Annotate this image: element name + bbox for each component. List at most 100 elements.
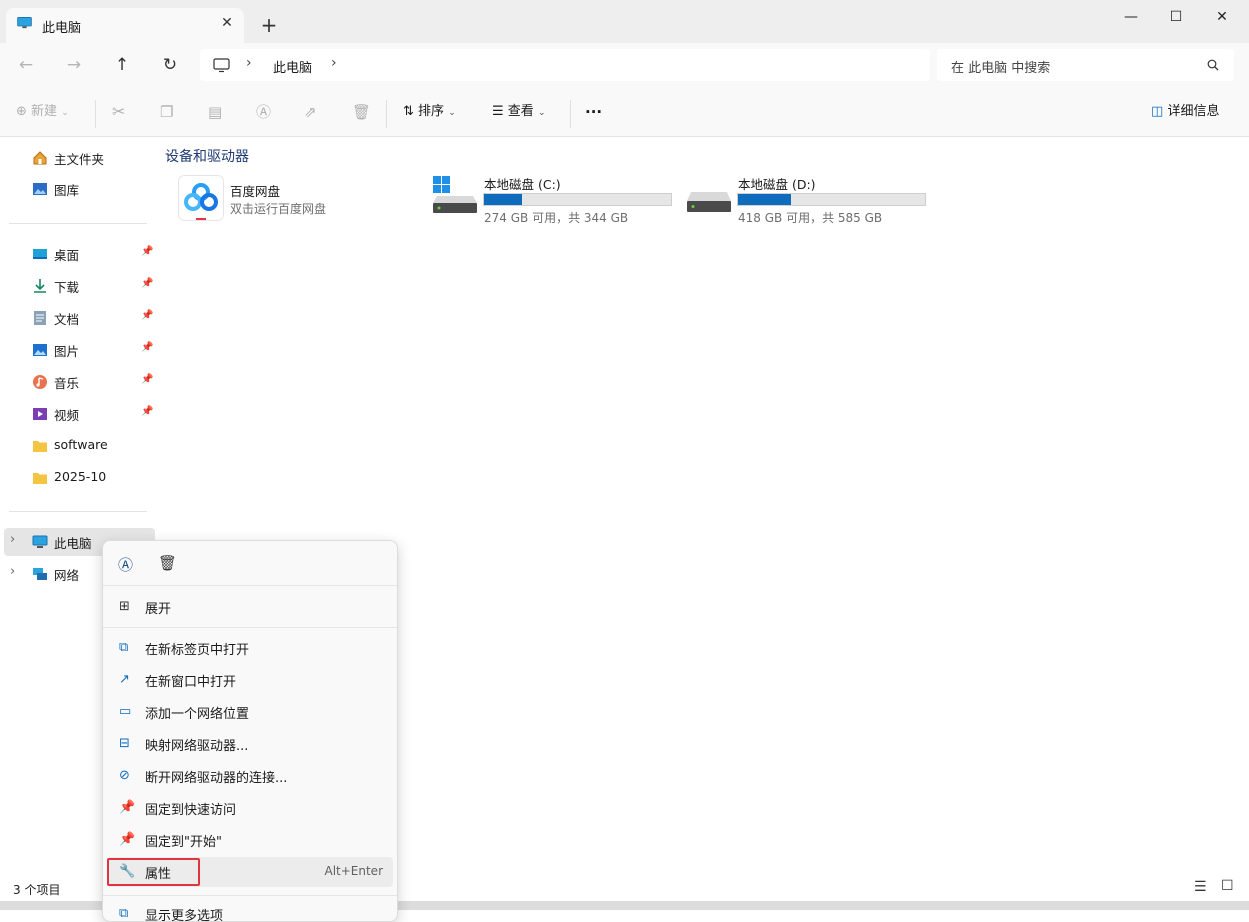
drive-space: 418 GB 可用，共 585 GB <box>738 211 883 225</box>
drive-usage-fill <box>484 194 522 205</box>
sidebar-item-desktop[interactable]: 桌面 📌 <box>4 240 155 268</box>
menu-item-label: 添加一个网络位置 <box>145 707 250 722</box>
menu-item-map-drive[interactable]: ⊟ 映射网络驱动器... <box>107 729 393 759</box>
network-location-icon: ▭ <box>119 704 132 719</box>
menu-item-label: 在新标签页中打开 <box>145 643 250 658</box>
forward-button[interactable]: → <box>60 53 88 77</box>
sidebar-item-2025-10[interactable]: 2025-10 <box>4 464 155 492</box>
sidebar-item-label: 主文件夹 <box>54 152 105 167</box>
chevron-right-icon[interactable]: › <box>246 55 252 71</box>
rename-icon[interactable]: Ⓐ <box>118 554 133 575</box>
pin-icon[interactable]: 📌 <box>141 342 153 353</box>
menu-item-open-new-window[interactable]: ↗ 在新窗口中打开 <box>107 665 393 695</box>
this-pc-icon <box>17 17 32 29</box>
tab-close-icon[interactable]: ✕ <box>218 14 236 32</box>
menu-item-open-new-tab[interactable]: ⧉ 在新标签页中打开 <box>107 633 393 663</box>
section-title[interactable]: 设备和驱动器 <box>165 146 249 166</box>
pin-icon[interactable]: 📌 <box>141 246 153 257</box>
address-bar[interactable]: › 此电脑 › <box>200 49 930 81</box>
drive-usage-fill <box>738 194 792 205</box>
more-button[interactable]: ··· <box>585 100 602 124</box>
rename-icon[interactable]: Ⓐ <box>256 100 271 124</box>
sidebar-item-label: software <box>54 437 108 452</box>
tab-title: 此电脑 <box>42 21 82 36</box>
menu-item-disconnect-drive[interactable]: ⊘ 断开网络驱动器的连接... <box>107 761 393 791</box>
app-tile-baidu[interactable]: 百度网盘 双击运行百度网盘 <box>176 174 416 224</box>
pin-icon[interactable]: 📌 <box>141 374 153 385</box>
close-window-button[interactable]: ✕ <box>1207 6 1237 28</box>
menu-item-label: 固定到"开始" <box>145 835 222 850</box>
this-pc-icon <box>32 535 48 548</box>
sidebar-item-gallery[interactable]: 图库 <box>4 175 155 203</box>
baidu-netdisk-icon <box>178 175 224 221</box>
pin-icon[interactable]: 📌 <box>141 406 153 417</box>
view-label: 查看 <box>507 104 534 119</box>
sidebar-item-label: 网络 <box>54 568 80 583</box>
sidebar-item-videos[interactable]: 视频 📌 <box>4 400 155 428</box>
chevron-right-icon[interactable]: › <box>10 564 15 579</box>
chevron-down-icon: ⌄ <box>537 108 546 118</box>
delete-icon[interactable]: 🗑 <box>158 554 177 572</box>
search-icon <box>1207 59 1219 71</box>
context-menu: Ⓐ 🗑 ⊞ 展开 ⧉ 在新标签页中打开 ↗ 在新窗口中打开 ▭ 添加一个网络位置… <box>102 540 398 922</box>
sort-button[interactable]: ⇅ 排序 ⌄ <box>403 100 456 124</box>
computer-icon <box>213 58 230 73</box>
sidebar-item-music[interactable]: 音乐 📌 <box>4 368 155 396</box>
tab-this-pc[interactable]: 此电脑 ✕ <box>6 8 244 43</box>
separator <box>386 100 387 128</box>
minimize-button[interactable]: — <box>1116 6 1146 28</box>
sidebar-item-pictures[interactable]: 图片 📌 <box>4 336 155 364</box>
sidebar-item-downloads[interactable]: 下载 📌 <box>4 272 155 300</box>
refresh-button[interactable]: ↻ <box>156 53 184 77</box>
maximize-button[interactable]: ☐ <box>1161 6 1191 28</box>
drive-tile-d[interactable]: 本地磁盘 (D:) 418 GB 可用，共 585 GB <box>684 172 929 228</box>
app-name: 百度网盘 <box>230 184 281 199</box>
videos-icon <box>33 408 47 420</box>
highlight-box <box>107 858 200 886</box>
search-box[interactable]: 在 此电脑 中搜索 <box>937 49 1234 81</box>
sidebar-item-label: 此电脑 <box>54 536 92 551</box>
details-view-icon[interactable]: ☰ <box>1194 879 1207 895</box>
chevron-down-icon: ⌄ <box>448 108 456 118</box>
chevron-right-icon[interactable]: › <box>10 532 15 547</box>
more-options-icon: ⧉ <box>119 906 129 921</box>
menu-item-pin-start[interactable]: 📌 固定到"开始" <box>107 825 393 855</box>
network-icon <box>33 568 47 580</box>
open-new-window-icon: ↗ <box>119 672 130 687</box>
up-button[interactable]: ↑ <box>108 53 136 77</box>
sort-label: 排序 <box>418 104 445 119</box>
drive-tile-c[interactable]: 本地磁盘 (C:) 274 GB 可用，共 344 GB <box>430 172 675 228</box>
folder-icon <box>33 473 47 484</box>
sidebar-item-home[interactable]: 主文件夹 <box>4 144 155 172</box>
back-button[interactable]: ← <box>12 53 40 77</box>
menu-item-more-options[interactable]: ⧉ 显示更多选项 <box>107 899 393 921</box>
details-button[interactable]: ◫ 详细信息 <box>1151 100 1219 124</box>
cut-icon[interactable]: ✂ <box>112 100 125 124</box>
sidebar-item-documents[interactable]: 文档 📌 <box>4 304 155 332</box>
delete-icon[interactable]: 🗑 <box>352 100 371 124</box>
menu-item-pin-quick-access[interactable]: 📌 固定到快速访问 <box>107 793 393 823</box>
sort-icon: ⇅ <box>403 104 414 119</box>
tiles-view-icon[interactable]: ☐ <box>1221 878 1234 894</box>
pin-icon[interactable]: 📌 <box>141 278 153 289</box>
sidebar-item-software[interactable]: software <box>4 432 155 460</box>
share-icon[interactable]: ⇗ <box>304 100 317 124</box>
breadcrumb-this-pc[interactable]: 此电脑 <box>273 57 312 76</box>
search-input[interactable]: 在 此电脑 中搜索 <box>951 57 1050 76</box>
open-new-tab-icon: ⧉ <box>119 640 129 655</box>
pin-start-icon: 📌 <box>119 832 136 847</box>
navigation-bar: ← → ↑ ↻ › 此电脑 › 在 此电脑 中搜索 <box>0 43 1249 88</box>
paste-icon[interactable]: ▤ <box>208 100 222 124</box>
divider <box>9 223 147 224</box>
pin-icon: 📌 <box>119 800 136 815</box>
chevron-right-icon[interactable]: › <box>331 55 337 71</box>
new-tab-button[interactable]: + <box>258 15 280 37</box>
menu-item-add-network-location[interactable]: ▭ 添加一个网络位置 <box>107 697 393 727</box>
drive-usage-bar <box>483 193 672 206</box>
plus-circle-icon: ⊕ <box>16 104 27 119</box>
new-button[interactable]: ⊕ 新建 ⌄ <box>16 100 69 124</box>
menu-item-expand[interactable]: ⊞ 展开 <box>107 592 393 622</box>
copy-icon[interactable]: ❐ <box>160 100 173 124</box>
view-button[interactable]: ☰ 查看 ⌄ <box>492 100 546 124</box>
pin-icon[interactable]: 📌 <box>141 310 153 321</box>
